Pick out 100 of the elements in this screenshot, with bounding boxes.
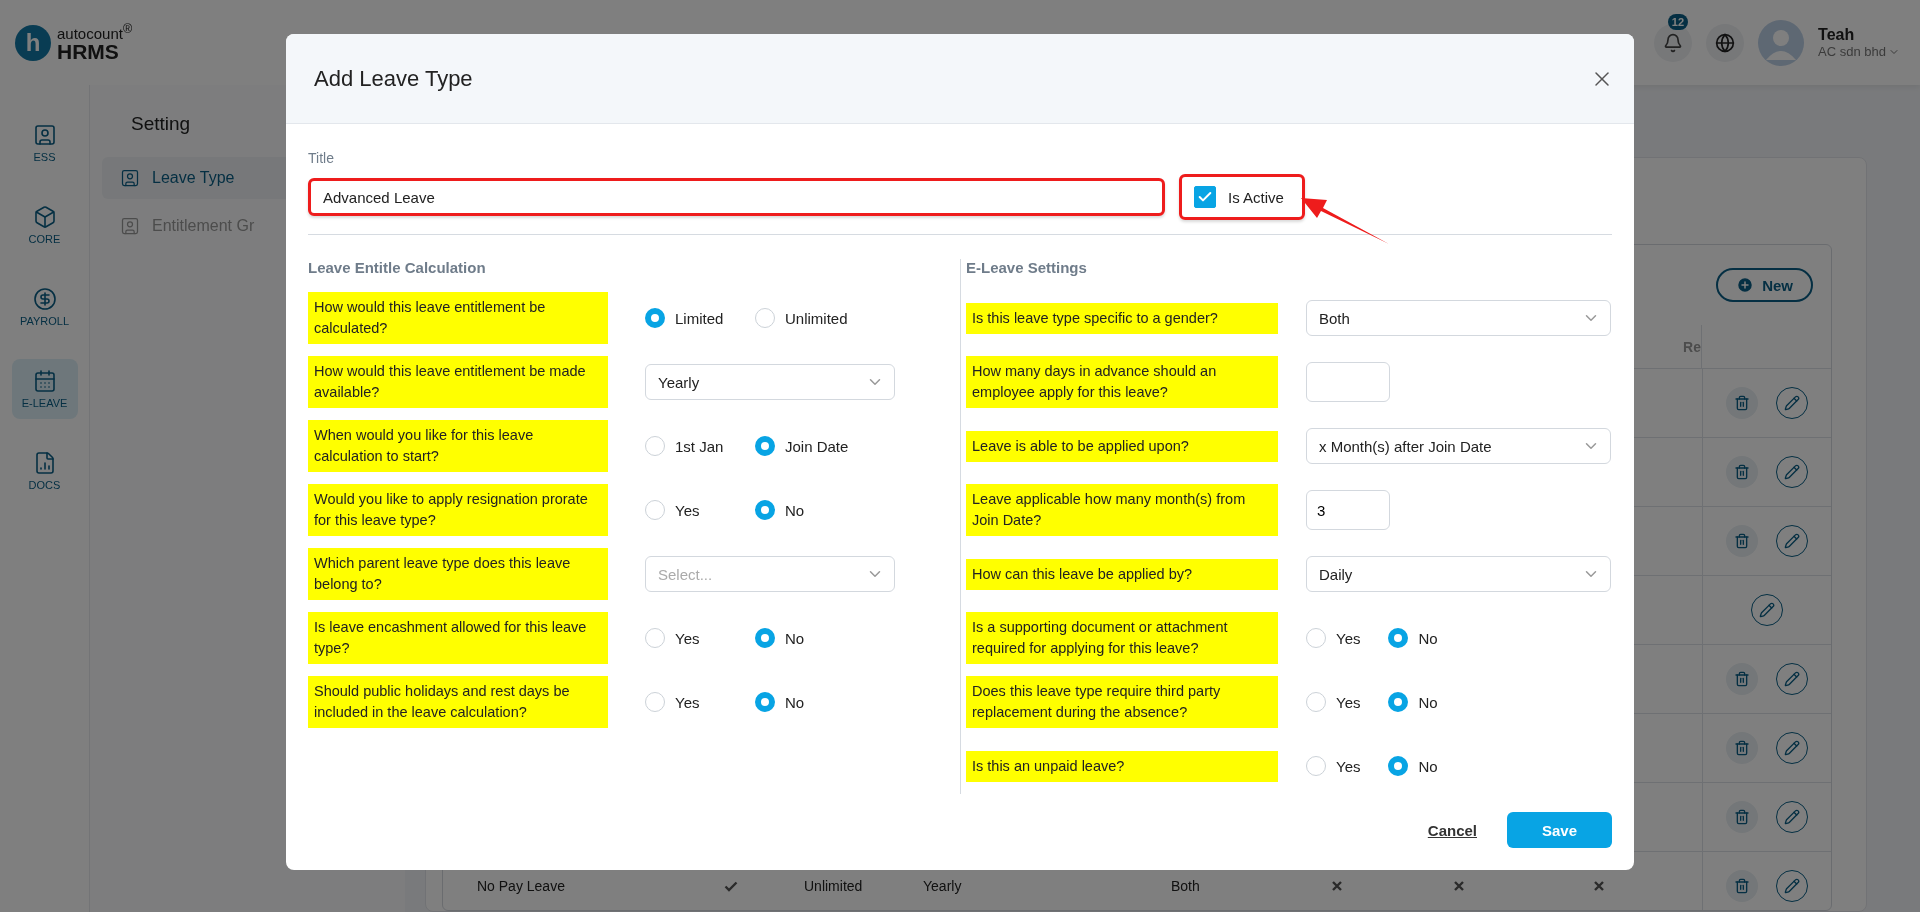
pencil-icon — [1784, 809, 1800, 825]
plus-icon — [1736, 276, 1755, 294]
table-cell-text: No Pay Leave — [476, 878, 566, 894]
question-text: Is a supporting document or attachment required for applying for this leave? — [966, 612, 1278, 664]
radio-option[interactable]: Limited — [645, 308, 727, 328]
edit-button[interactable] — [1776, 525, 1808, 557]
delete-button[interactable] — [1726, 870, 1758, 902]
edit-button[interactable] — [1776, 456, 1808, 488]
cube-icon — [32, 205, 57, 229]
radio-option[interactable]: Unlimited — [755, 308, 848, 328]
trash-icon — [1734, 809, 1750, 825]
question-text: How can this leave be applied by? — [966, 558, 1278, 590]
question-text: Which parent leave type does this leave belong to? — [308, 548, 608, 600]
number-field[interactable] — [1306, 362, 1390, 402]
question-text: Should public holidays and rest days be included in the leave calculation? — [308, 676, 608, 728]
trash-icon — [1734, 464, 1750, 480]
edit-button[interactable] — [1776, 870, 1808, 902]
table-cell-text: Unlimited — [804, 878, 864, 894]
radio-option[interactable]: No — [1388, 628, 1438, 648]
section-heading: Leave Entitle Calculation — [308, 259, 487, 276]
page-title: Setting — [131, 113, 192, 135]
nav-item[interactable]: CORE — [11, 195, 78, 255]
question-text: Leave is able to be applied upon? — [966, 430, 1278, 462]
delete-button[interactable] — [1726, 525, 1758, 557]
number-field[interactable]: 3 — [1306, 490, 1390, 530]
user-card-icon — [32, 123, 57, 147]
radio-option[interactable]: Yes — [645, 628, 727, 648]
pencil-icon — [1784, 740, 1800, 756]
select-field[interactable]: x Month(s) after Join Date — [1306, 428, 1611, 464]
notification-badge: 12 — [1667, 13, 1689, 30]
dollar-icon — [32, 287, 57, 311]
radio-option[interactable]: Yes — [1306, 628, 1361, 648]
question-text: Is this leave type specific to a gender? — [966, 302, 1278, 334]
delete-button[interactable] — [1726, 456, 1758, 488]
checkbox-label: Is Active — [1228, 188, 1284, 206]
checkbox[interactable] — [1194, 186, 1216, 208]
pencil-icon — [1784, 533, 1800, 549]
edit-button[interactable] — [1776, 801, 1808, 833]
edit-button[interactable] — [1776, 387, 1808, 419]
trash-icon — [1734, 533, 1750, 549]
delete-button[interactable] — [1726, 801, 1758, 833]
question-text: Does this leave type require third party replacement during the absence? — [966, 676, 1278, 728]
pencil-icon — [1784, 464, 1800, 480]
delete-button[interactable] — [1726, 663, 1758, 695]
cancel-link[interactable]: Cancel — [1427, 821, 1477, 839]
edit-button[interactable] — [1751, 594, 1783, 626]
globe-icon — [1715, 32, 1736, 53]
calendar-icon — [32, 369, 57, 393]
select-field[interactable]: Yearly — [645, 364, 895, 400]
radio-option[interactable]: No — [1388, 756, 1438, 776]
cross-icon — [1454, 881, 1464, 891]
trash-icon — [1734, 671, 1750, 687]
delete-button[interactable] — [1726, 732, 1758, 764]
pencil-icon — [1759, 602, 1775, 618]
radio-option[interactable]: Yes — [645, 692, 727, 712]
radio-option[interactable]: No — [755, 692, 837, 712]
check-icon — [724, 880, 738, 892]
logo-product: HRMS — [57, 41, 120, 62]
radio-option[interactable]: Yes — [645, 500, 727, 520]
edit-button[interactable] — [1776, 732, 1808, 764]
radio-option[interactable]: Yes — [1306, 692, 1361, 712]
radio-option[interactable]: Yes — [1306, 756, 1361, 776]
section-heading: E-Leave Settings — [966, 259, 1088, 276]
edit-button[interactable] — [1776, 663, 1808, 695]
user-name: Teah — [1818, 26, 1856, 44]
cross-icon — [1332, 881, 1342, 891]
title-field[interactable]: Advanced Leave — [308, 178, 1165, 216]
trash-icon — [1734, 878, 1750, 894]
is-active-checkbox[interactable]: Is Active — [1179, 174, 1305, 220]
radio-option[interactable]: No — [755, 500, 837, 520]
logo-mark: h — [15, 24, 51, 61]
radio-option[interactable]: No — [755, 628, 837, 648]
nav-item[interactable]: DOCS — [11, 441, 78, 501]
question-text: How many days in advance should an employee apply for this leave? — [966, 356, 1278, 408]
bell-icon — [1663, 32, 1684, 53]
question-text: How would this leave entitlement be calculated? — [308, 292, 608, 344]
cross-icon — [1594, 881, 1604, 891]
user-card-icon — [120, 216, 140, 236]
select-field[interactable]: Both — [1306, 300, 1611, 336]
select-field[interactable]: Daily — [1306, 556, 1611, 592]
pencil-icon — [1784, 671, 1800, 687]
question-text: Is leave encashment allowed for this leave type? — [308, 612, 608, 664]
table-cell-text: Yearly — [923, 878, 963, 894]
delete-button[interactable] — [1726, 387, 1758, 419]
logo-brand: autocount$^{®}$ — [57, 23, 133, 41]
pencil-icon — [1784, 395, 1800, 411]
radio-option[interactable]: 1st Jan — [645, 436, 727, 456]
question-text: How would this leave entitlement be made available? — [308, 356, 608, 408]
user-card-icon — [120, 168, 140, 188]
question-text: Is this an unpaid leave? — [966, 750, 1278, 782]
question-text: Would you like to apply resignation prorate for this leave type? — [308, 484, 608, 536]
table-cell-text: Both — [1171, 878, 1201, 894]
dialog-title: Add Leave Type — [314, 65, 473, 92]
pencil-icon — [1784, 878, 1800, 894]
question-text: When would you like for this leave calculation to start? — [308, 420, 608, 472]
radio-option[interactable]: No — [1388, 692, 1438, 712]
radio-option[interactable]: Join Date — [755, 436, 849, 456]
new-button[interactable]: New — [1716, 268, 1813, 302]
nav-item[interactable]: PAYROLL — [11, 277, 78, 337]
nav-item[interactable]: ESS — [11, 113, 78, 173]
